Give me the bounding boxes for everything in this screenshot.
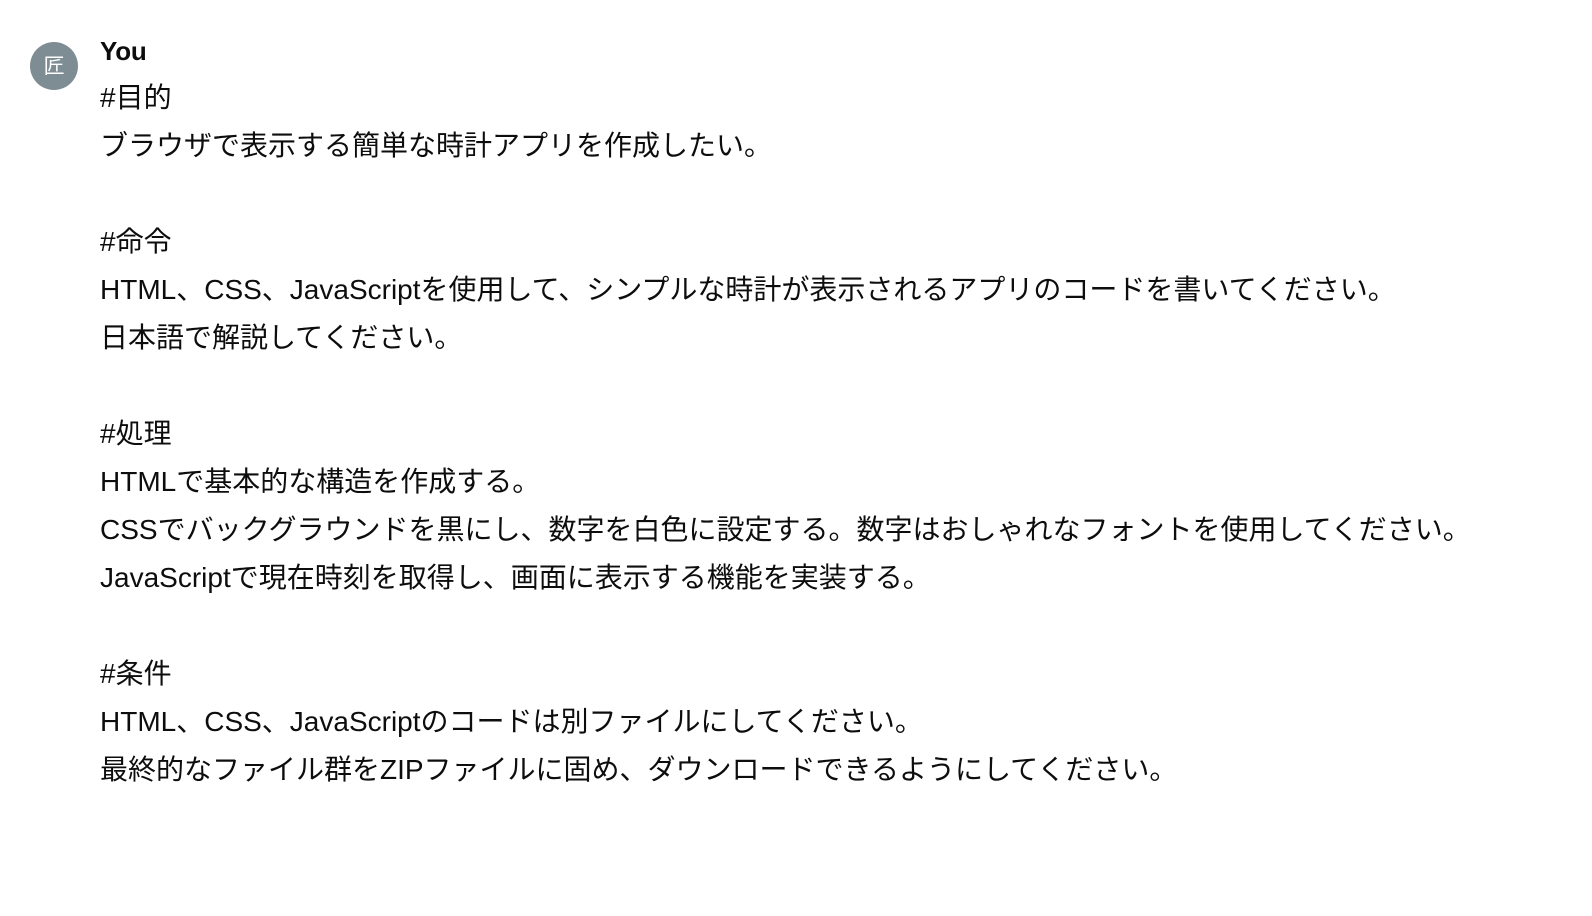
message-block: #処理 HTMLで基本的な構造を作成する。 CSSでバックグラウンドを黒にし、数…	[100, 410, 1480, 602]
block-heading: #条件	[100, 658, 172, 689]
block-heading: #処理	[100, 418, 172, 449]
message-author-name: You	[100, 36, 147, 66]
message-block: #条件 HTML、CSS、JavaScriptのコードは別ファイルにしてください…	[100, 650, 1480, 794]
block-line: HTML、CSS、JavaScriptのコードは別ファイルにしてください。	[100, 706, 923, 737]
block-line: 最終的なファイル群をZIPファイルに固め、ダウンロードできるようにしてください。	[100, 754, 1178, 785]
message-body: You #目的 ブラウザで表示する簡単な時計アプリを作成したい。 #命令 HTM…	[100, 34, 1480, 794]
block-line: CSSでバックグラウンドを黒にし、数字を白色に設定する。数字はおしゃれなフォント…	[100, 514, 1471, 545]
block-heading: #目的	[100, 82, 172, 113]
block-line: 日本語で解説してください。	[100, 322, 463, 353]
message-block: #命令 HTML、CSS、JavaScriptを使用して、シンプルな時計が表示さ…	[100, 218, 1480, 362]
user-avatar: 匠	[30, 42, 78, 90]
message-block: #目的 ブラウザで表示する簡単な時計アプリを作成したい。	[100, 74, 1480, 170]
chat-message: 匠 You #目的 ブラウザで表示する簡単な時計アプリを作成したい。 #命令 H…	[0, 0, 1592, 794]
block-line: HTML、CSS、JavaScriptを使用して、シンプルな時計が表示されるアプ…	[100, 274, 1396, 305]
block-heading: #命令	[100, 226, 172, 257]
block-line: HTMLで基本的な構造を作成する。	[100, 466, 541, 497]
block-line: JavaScriptで現在時刻を取得し、画面に表示する機能を実装する。	[100, 562, 931, 593]
message-text: #目的 ブラウザで表示する簡単な時計アプリを作成したい。 #命令 HTML、CS…	[100, 74, 1480, 794]
user-avatar-kanji-icon: 匠	[43, 54, 65, 78]
block-line: ブラウザで表示する簡単な時計アプリを作成したい。	[100, 130, 773, 161]
